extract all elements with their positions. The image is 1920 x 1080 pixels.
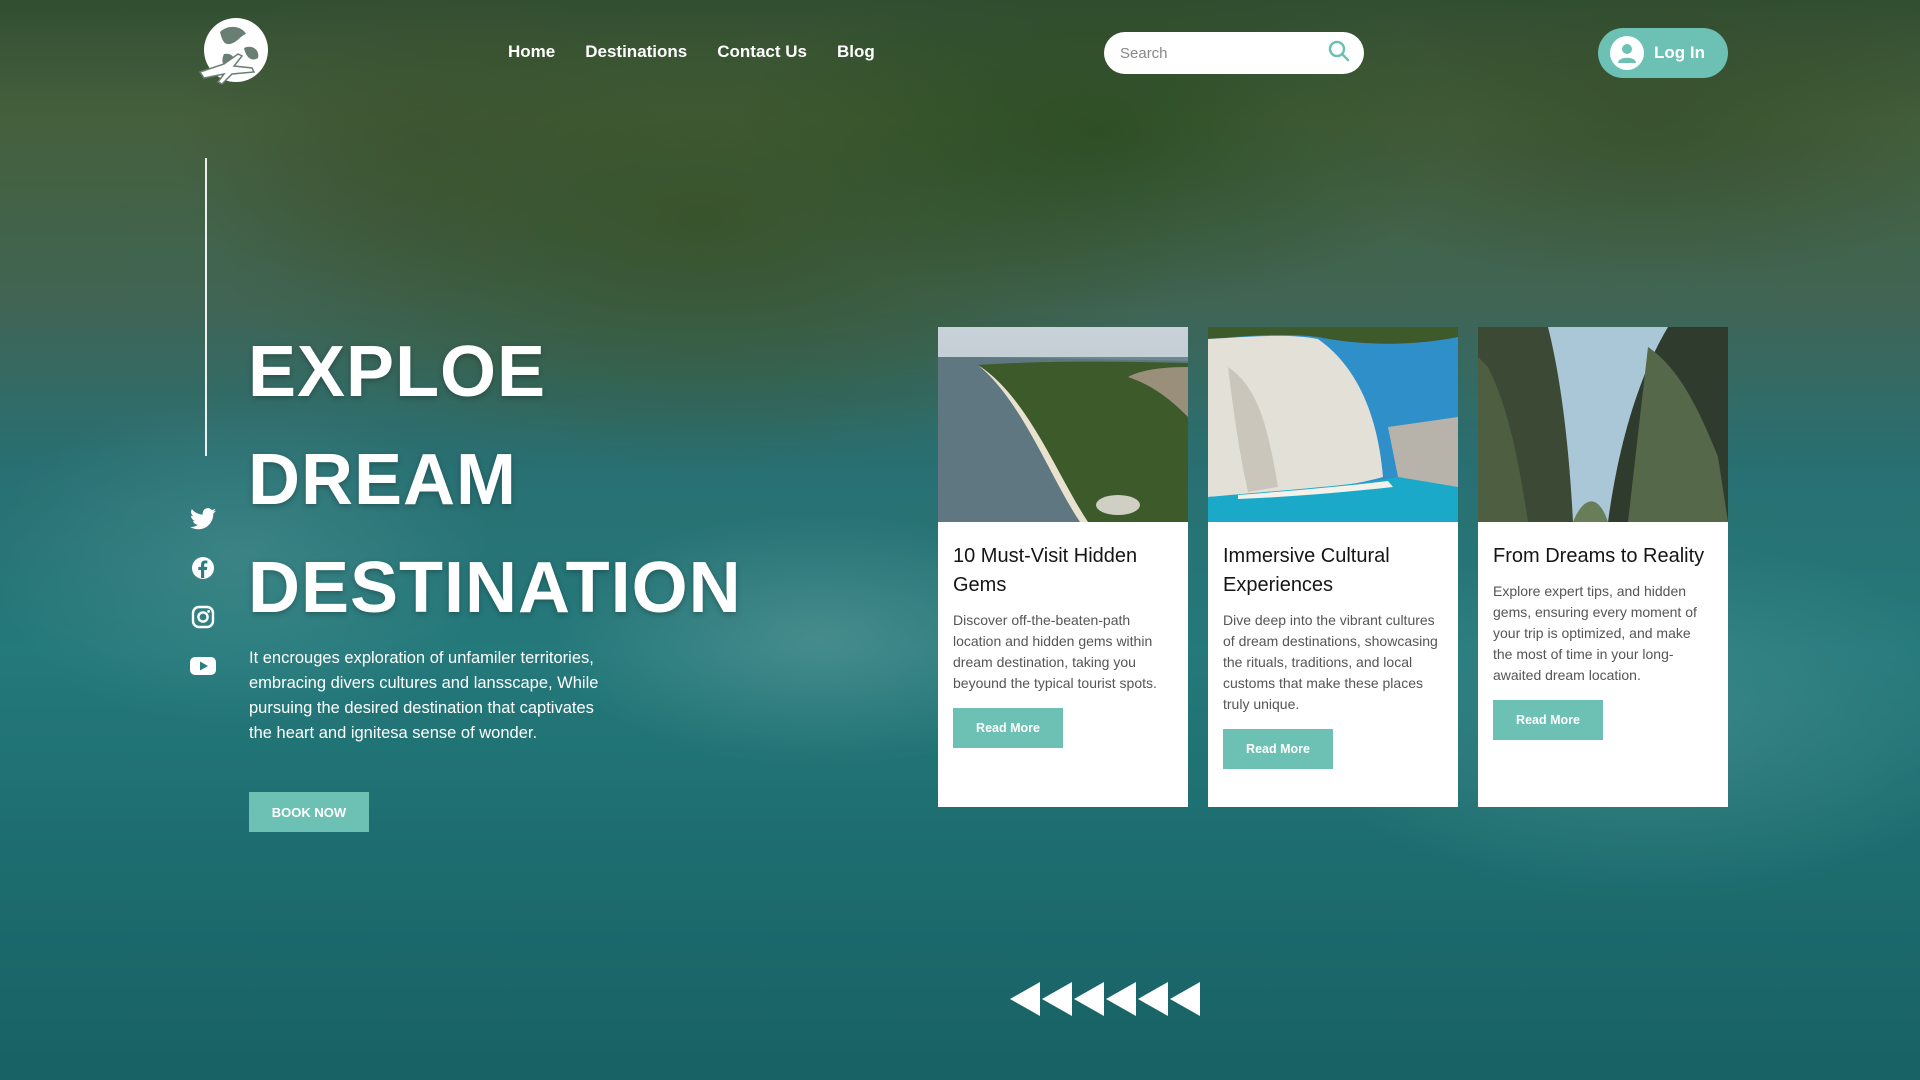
hero-title-line: EXPLOE [248, 332, 547, 412]
hero-description: It encrouges exploration of unfamiler te… [249, 649, 599, 742]
brand-logo[interactable] [194, 14, 274, 90]
article-card: 10 Must-Visit Hidden Gems Discover off-t… [938, 327, 1188, 807]
twitter-icon[interactable] [190, 506, 216, 532]
card-image-cliff[interactable] [1208, 327, 1458, 522]
card-title: 10 Must-Visit Hidden Gems [953, 545, 1138, 596]
instagram-icon[interactable] [190, 604, 216, 630]
hero-title: EXPLOE DREAM DESTINATION [248, 318, 742, 642]
read-more-button[interactable]: Read More [1223, 729, 1333, 769]
book-now-button[interactable]: BOOK NOW [249, 792, 369, 832]
main-nav: Home Destinations Contact Us Blog [508, 42, 875, 62]
card-title: Immersive Cultural Experiences [1223, 545, 1390, 596]
read-more-button[interactable]: Read More [953, 708, 1063, 748]
read-more-button[interactable]: Read More [1493, 700, 1603, 740]
user-avatar-icon [1610, 36, 1644, 70]
hero-title-line: DESTINATION [248, 548, 742, 628]
card-image-coastline[interactable] [938, 327, 1188, 522]
prev-arrow-icon[interactable] [1138, 982, 1168, 1016]
nav-blog[interactable]: Blog [837, 42, 875, 62]
slider-arrows [1010, 982, 1202, 1016]
prev-arrow-icon[interactable] [1042, 982, 1072, 1016]
prev-arrow-icon[interactable] [1106, 982, 1136, 1016]
social-links [190, 506, 216, 679]
article-card: From Dreams to Reality Explore expert ti… [1478, 327, 1728, 807]
prev-arrow-icon[interactable] [1074, 982, 1104, 1016]
vertical-divider [205, 158, 207, 456]
facebook-icon[interactable] [190, 555, 216, 581]
search-input[interactable] [1118, 43, 1328, 63]
search-bar [1104, 32, 1364, 74]
login-button[interactable]: Log In [1598, 28, 1728, 78]
card-title: From Dreams to Reality [1493, 545, 1705, 567]
card-text: Dive deep into the vibrant cultures of d… [1223, 612, 1438, 712]
youtube-icon[interactable] [190, 653, 216, 679]
nav-contact-us[interactable]: Contact Us [717, 42, 807, 62]
prev-arrow-icon[interactable] [1010, 982, 1040, 1016]
login-label: Log In [1654, 43, 1705, 62]
card-image-lagoon[interactable] [1478, 327, 1728, 522]
card-text: Discover off-the-beaten-path location an… [953, 612, 1157, 691]
nav-home[interactable]: Home [508, 42, 555, 62]
article-card: Immersive Cultural Experiences Dive deep… [1208, 327, 1458, 807]
prev-arrow-icon[interactable] [1170, 982, 1200, 1016]
hero-title-line: DREAM [248, 440, 517, 520]
card-text: Explore expert tips, and hidden gems, en… [1493, 583, 1697, 683]
search-icon[interactable] [1328, 40, 1350, 66]
nav-destinations[interactable]: Destinations [585, 42, 687, 62]
